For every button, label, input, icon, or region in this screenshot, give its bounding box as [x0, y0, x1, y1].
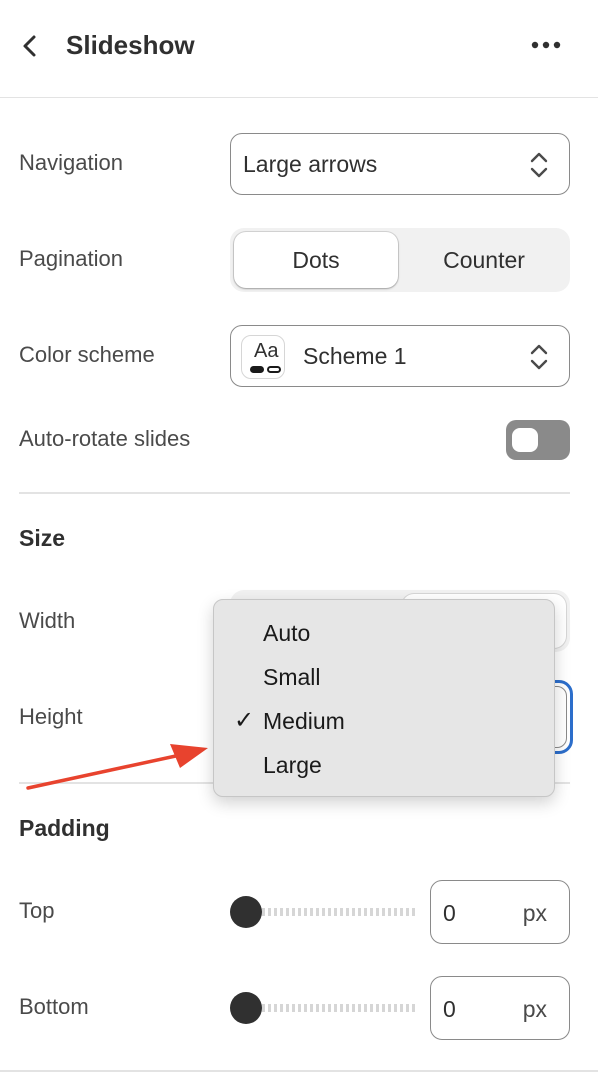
dropdown-option-small[interactable]: Small — [214, 654, 554, 698]
color-scheme-select[interactable]: Aa Scheme 1 — [230, 325, 570, 387]
auto-rotate-label: Auto-rotate slides — [19, 426, 191, 451]
pagination-segmented-control: Dots Counter — [230, 228, 570, 292]
padding-bottom-input[interactable]: 0 px — [430, 976, 570, 1040]
swatch-secondary-pill — [267, 366, 281, 373]
padding-section-title: Padding — [19, 815, 110, 841]
width-label: Width — [19, 608, 76, 633]
chevron-left-icon — [23, 35, 36, 57]
pagination-option-counter[interactable]: Counter — [402, 232, 566, 288]
auto-rotate-toggle[interactable] — [506, 420, 570, 460]
panel-header: Slideshow — [0, 0, 598, 98]
padding-top-label: Top — [19, 898, 55, 923]
height-dropdown-menu: Auto Small ✓ Medium Large — [213, 599, 555, 797]
height-label: Height — [19, 704, 83, 729]
padding-top-slider[interactable] — [230, 895, 416, 929]
size-section-title: Size — [19, 525, 66, 551]
pagination-option-dots[interactable]: Dots — [234, 232, 398, 288]
color-scheme-label: Color scheme — [19, 342, 155, 367]
padding-bottom-unit: px — [522, 996, 547, 1022]
back-button[interactable] — [18, 30, 46, 62]
bottom-divider — [0, 1070, 598, 1072]
annotation-arrow-icon — [26, 744, 208, 790]
padding-bottom-slider[interactable] — [230, 991, 416, 1025]
navigation-label: Navigation — [19, 150, 123, 175]
swatch-text: Aa — [254, 340, 279, 362]
padding-top-input[interactable]: 0 px — [430, 880, 570, 944]
checkmark-icon: ✓ — [234, 707, 255, 734]
select-chevron-icon — [530, 152, 548, 178]
padding-bottom-label: Bottom — [19, 994, 89, 1019]
dropdown-option-auto[interactable]: Auto — [214, 610, 554, 654]
dropdown-option-medium[interactable]: ✓ Medium — [214, 698, 554, 742]
color-scheme-swatch: Aa — [241, 335, 285, 379]
option-label: Large — [263, 752, 322, 778]
slider-track — [250, 1004, 416, 1012]
padding-top-unit: px — [522, 900, 547, 926]
navigation-select[interactable]: Large arrows — [230, 133, 570, 195]
color-scheme-value: Scheme 1 — [303, 343, 407, 369]
option-label: Auto — [263, 620, 311, 646]
dropdown-option-large[interactable]: Large — [214, 742, 554, 786]
page-title: Slideshow — [66, 30, 195, 60]
select-chevron-icon — [530, 344, 548, 370]
padding-bottom-value: 0 — [443, 996, 456, 1022]
navigation-value: Large arrows — [243, 151, 378, 177]
toggle-knob — [512, 428, 538, 452]
slider-thumb[interactable] — [230, 992, 262, 1024]
more-actions-button[interactable] — [528, 32, 564, 58]
padding-top-value: 0 — [443, 900, 456, 926]
ellipsis-icon — [531, 41, 561, 49]
swatch-primary-pill — [250, 366, 264, 373]
section-divider — [19, 492, 570, 494]
option-label: Small — [263, 664, 321, 690]
option-label: Medium — [263, 708, 345, 734]
pagination-label: Pagination — [19, 246, 123, 271]
slider-thumb[interactable] — [230, 896, 262, 928]
slider-track — [250, 908, 416, 916]
